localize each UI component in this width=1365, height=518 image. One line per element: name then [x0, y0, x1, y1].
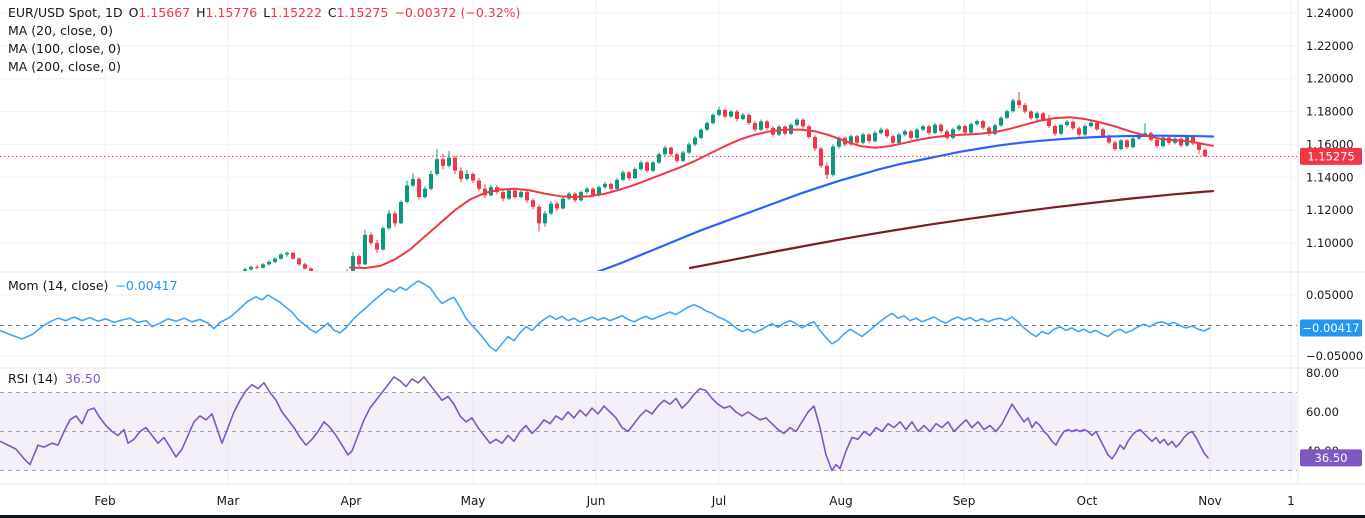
candle[interactable]	[819, 147, 823, 168]
candle[interactable]	[1083, 124, 1087, 136]
candle[interactable]	[1011, 99, 1015, 113]
candle[interactable]	[363, 230, 367, 265]
momentum-label: Mom (14, close)	[8, 278, 108, 293]
candle[interactable]	[1119, 139, 1123, 151]
candle[interactable]	[1059, 124, 1063, 135]
candle[interactable]	[699, 128, 703, 139]
rsi-label: RSI (14)	[8, 371, 58, 386]
open-value: 1.15667	[138, 5, 190, 20]
close-label: C	[328, 5, 337, 20]
chart-canvas[interactable]: 1.240001.220001.200001.180001.160001.140…	[0, 0, 1365, 518]
chart-root: 1.240001.220001.200001.180001.160001.140…	[0, 0, 1365, 518]
candle[interactable]	[951, 128, 955, 140]
candle[interactable]	[633, 167, 637, 179]
candle[interactable]	[915, 128, 919, 139]
candle[interactable]	[651, 161, 655, 172]
candle[interactable]	[615, 178, 619, 190]
momentum-legend[interactable]: Mom (14, close) −0.00417	[8, 278, 178, 293]
candle[interactable]	[417, 177, 421, 199]
high-label: H	[196, 5, 205, 20]
candle[interactable]	[291, 252, 295, 260]
time-axis[interactable]	[0, 484, 1365, 515]
change-value: −0.00372 (−0.32%)	[394, 5, 520, 20]
close-value: 1.15275	[337, 5, 389, 20]
symbol-legend[interactable]: EUR/USD Spot, 1DO1.15667H1.15776L1.15222…	[8, 4, 520, 76]
ma20-legend[interactable]: MA (20, close, 0)	[8, 22, 520, 40]
high-value: 1.15776	[206, 5, 258, 20]
symbol-ohlc-row: EUR/USD Spot, 1DO1.15667H1.15776L1.15222…	[8, 4, 520, 22]
candle[interactable]	[969, 122, 973, 134]
candle[interactable]	[933, 123, 937, 134]
candle[interactable]	[993, 124, 997, 136]
candle[interactable]	[831, 144, 835, 176]
ma200-legend[interactable]: MA (200, close, 0)	[8, 58, 520, 76]
open-label: O	[129, 5, 139, 20]
rsi-legend[interactable]: RSI (14) 36.50	[8, 371, 101, 386]
candle[interactable]	[1131, 137, 1135, 149]
symbol-title: EUR/USD Spot, 1D	[8, 5, 123, 20]
rsi-value: 36.50	[65, 371, 101, 386]
price-axis[interactable]	[1297, 0, 1365, 484]
candle[interactable]	[399, 200, 403, 224]
candle[interactable]	[1161, 136, 1165, 148]
momentum-value: −0.00417	[115, 278, 177, 293]
low-value: 1.15222	[270, 5, 322, 20]
candle[interactable]	[711, 114, 715, 125]
ma100-legend[interactable]: MA (100, close, 0)	[8, 40, 520, 58]
candle[interactable]	[381, 227, 385, 251]
